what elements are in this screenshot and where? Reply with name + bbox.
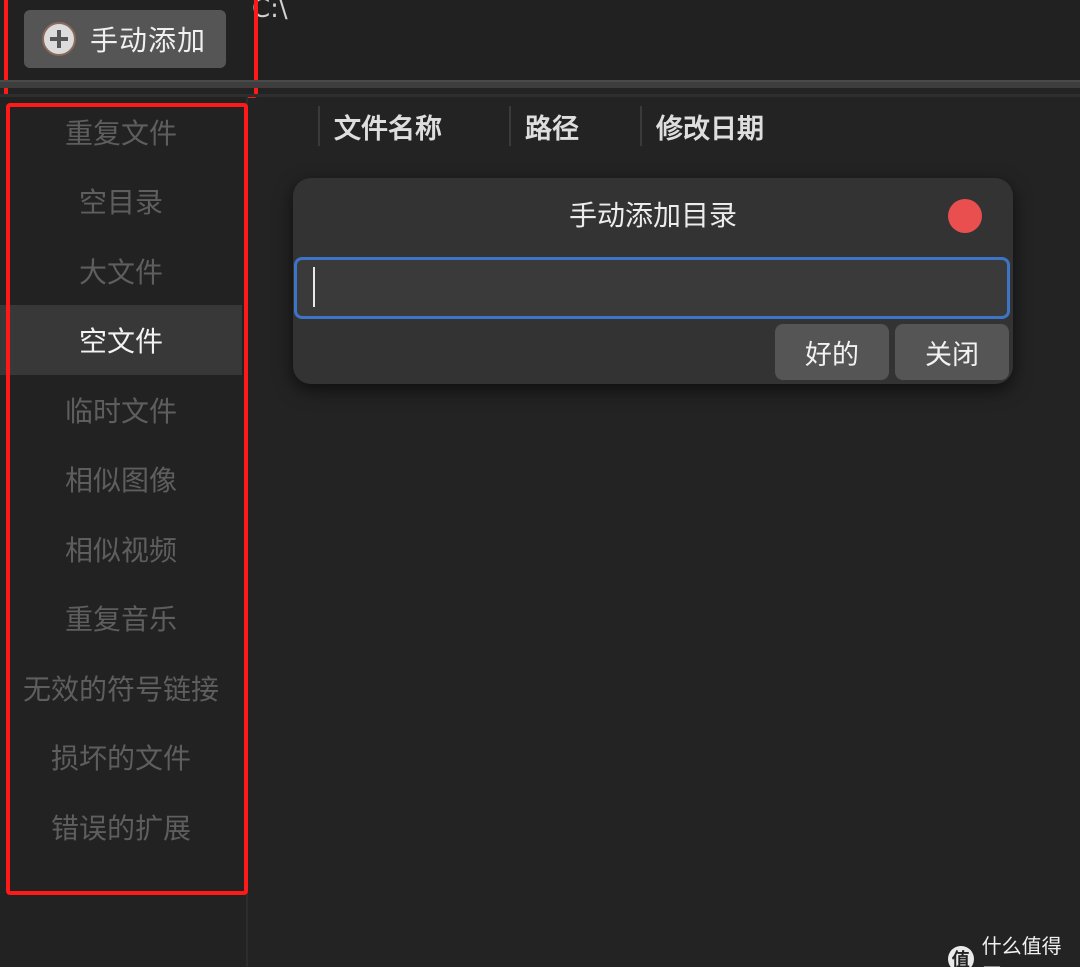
- sidebar: 重复文件 空目录 大文件 空文件 临时文件 相似图像 相似视频 重复音乐 无效的…: [0, 97, 248, 967]
- sidebar-item-empty-folders[interactable]: 空目录: [0, 166, 242, 236]
- column-header-path[interactable]: 路径: [509, 106, 641, 146]
- toolbar: 手动添加 C:\: [0, 0, 1080, 80]
- sidebar-item-broken-files[interactable]: 损坏的文件: [0, 722, 242, 792]
- sidebar-item-duplicate-files[interactable]: 重复文件: [0, 97, 242, 167]
- sidebar-item-invalid-symlinks[interactable]: 无效的符号链接: [0, 653, 242, 723]
- watermark-logo-icon: 值: [948, 946, 974, 967]
- sidebar-item-duplicate-music[interactable]: 重复音乐: [0, 583, 242, 653]
- plus-circle-icon: [42, 22, 76, 56]
- watermark: 值 什么值得买: [948, 930, 1080, 967]
- sidebar-item-big-files[interactable]: 大文件: [0, 236, 242, 306]
- current-path-text: C:\: [252, 0, 288, 24]
- dialog-title: 手动添加目录: [568, 199, 737, 232]
- column-header-modified-date[interactable]: 修改日期: [640, 106, 840, 146]
- sidebar-item-bad-extensions[interactable]: 错误的扩展: [0, 792, 242, 862]
- toolbar-divider: [0, 80, 1080, 88]
- sidebar-item-temporary-files[interactable]: 临时文件: [0, 375, 242, 445]
- dialog-close-dot-icon[interactable]: [948, 199, 982, 233]
- directory-path-input[interactable]: [294, 257, 1010, 319]
- manual-add-button[interactable]: 手动添加: [24, 10, 226, 68]
- column-header-file-name[interactable]: 文件名称: [318, 106, 510, 146]
- sidebar-item-similar-videos[interactable]: 相似视频: [0, 514, 242, 584]
- ok-button[interactable]: 好的: [775, 324, 889, 380]
- manual-add-button-label: 手动添加: [90, 24, 207, 57]
- close-button[interactable]: 关闭: [895, 324, 1009, 380]
- watermark-text: 什么值得买: [981, 934, 1062, 967]
- app-window: 手动添加 C:\ 重复文件 空目录 大文件 空文件 临时文件 相似图像 相似视频…: [0, 0, 1080, 967]
- manual-add-directory-dialog: 手动添加目录 好的 关闭: [293, 178, 1013, 384]
- sidebar-item-similar-images[interactable]: 相似图像: [0, 444, 242, 514]
- sidebar-item-empty-files[interactable]: 空文件: [0, 305, 242, 375]
- text-caret: [313, 267, 315, 307]
